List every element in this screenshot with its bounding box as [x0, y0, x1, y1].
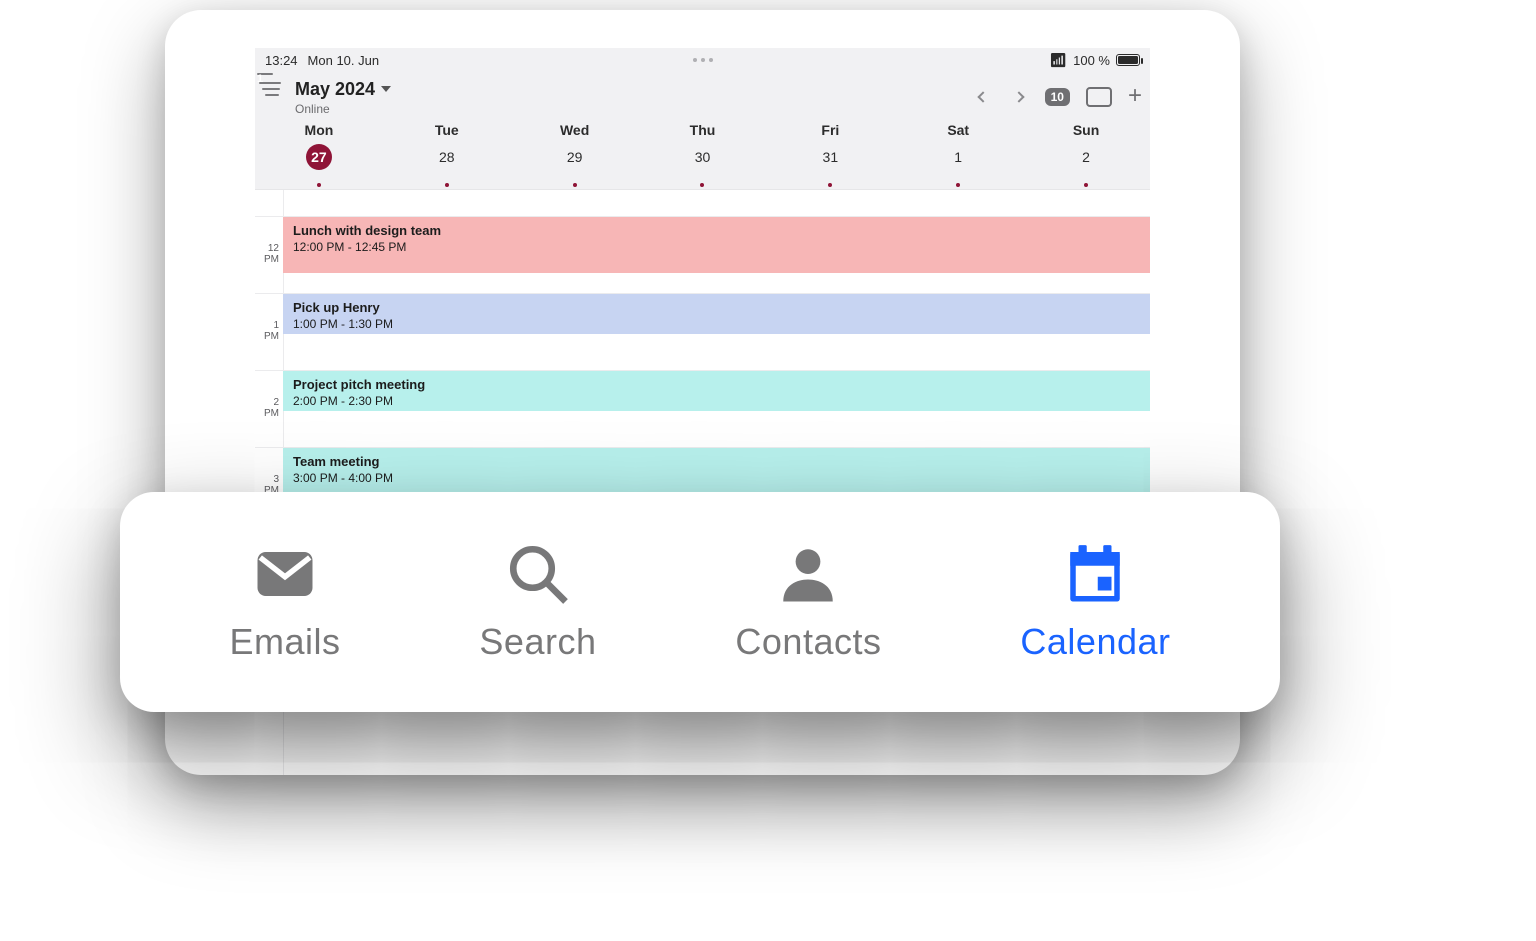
tab-label: Calendar — [1020, 621, 1170, 663]
status-time: 13:24 — [265, 53, 298, 68]
today-button[interactable]: 10 — [1045, 88, 1070, 106]
tab-label: Contacts — [735, 621, 881, 663]
battery-icon — [1116, 54, 1140, 66]
person-icon — [773, 541, 843, 607]
day-number: 31 — [817, 144, 843, 170]
wifi-icon: 📶︎ — [1049, 52, 1067, 69]
month-label: May 2024 — [295, 79, 375, 100]
calendar-icon — [1060, 541, 1130, 607]
event-indicator — [1022, 174, 1150, 179]
event-title: Lunch with design team — [293, 223, 1140, 238]
event-title: Team meeting — [293, 454, 1140, 469]
tab-search[interactable]: Search — [479, 541, 596, 663]
event-indicator — [639, 174, 767, 179]
tab-emails[interactable]: Emails — [229, 541, 340, 663]
tab-contacts[interactable]: Contacts — [735, 541, 881, 663]
event-indicator — [255, 174, 383, 179]
day-number: 27 — [306, 144, 332, 170]
menu-icon[interactable]: 1 — [259, 79, 285, 99]
event-indicator — [511, 174, 639, 179]
search-icon — [503, 541, 573, 607]
day-column-tue[interactable]: Tue 28 — [383, 122, 511, 189]
day-column-sun[interactable]: Sun 2 — [1022, 122, 1150, 189]
event-pitch[interactable]: Project pitch meeting 2:00 PM - 2:30 PM — [283, 371, 1150, 411]
hour-row-1: 1PM Pick up Henry 1:00 PM - 1:30 PM — [255, 293, 1150, 370]
calendar-header: 1 May 2024 Online 10 + — [255, 72, 1150, 118]
tab-label: Emails — [229, 621, 340, 663]
status-date: Mon 10. Jun — [308, 53, 380, 68]
day-label: Tue — [383, 122, 511, 138]
add-event-button[interactable]: + — [1128, 89, 1142, 103]
day-column-thu[interactable]: Thu 30 — [639, 122, 767, 189]
hour-row-12: 12PM Lunch with design team 12:00 PM - 1… — [255, 216, 1150, 293]
status-bar: 13:24 Mon 10. Jun 📶︎ 100 % — [255, 48, 1150, 72]
month-selector[interactable]: May 2024 — [295, 79, 391, 100]
day-number: 28 — [434, 144, 460, 170]
tab-calendar[interactable]: Calendar — [1020, 541, 1170, 663]
multitask-dots-icon — [693, 58, 713, 62]
hour-label: 1PM — [255, 294, 283, 370]
bottom-tab-bar: Emails Search Contacts — [120, 492, 1280, 712]
event-indicator — [766, 174, 894, 179]
day-label: Thu — [639, 122, 767, 138]
view-toggle-button[interactable] — [1086, 87, 1112, 107]
mail-icon — [250, 541, 320, 607]
day-number: 1 — [945, 144, 971, 170]
hour-label: 2PM — [255, 371, 283, 447]
day-column-wed[interactable]: Wed 29 — [511, 122, 639, 189]
event-title: Pick up Henry — [293, 300, 1140, 315]
day-column-mon[interactable]: Mon 27 — [255, 122, 383, 189]
day-label: Fri — [766, 122, 894, 138]
event-title: Project pitch meeting — [293, 377, 1140, 392]
tab-label: Search — [479, 621, 596, 663]
status-battery: 100 % — [1073, 53, 1110, 68]
caret-down-icon — [381, 86, 391, 92]
connection-status: Online — [295, 102, 391, 116]
day-column-fri[interactable]: Fri 31 — [766, 122, 894, 189]
event-time: 1:00 PM - 1:30 PM — [293, 317, 1140, 331]
event-time: 12:00 PM - 12:45 PM — [293, 240, 1140, 254]
day-number: 29 — [562, 144, 588, 170]
day-number: 30 — [689, 144, 715, 170]
prev-week-button[interactable] — [973, 87, 993, 107]
event-time: 3:00 PM - 4:00 PM — [293, 471, 1140, 485]
week-day-row: Mon 27 Tue 28 Wed 29 Thu 30 Fri 31 Sat 1 Sun 2 — [255, 118, 1150, 189]
next-week-button[interactable] — [1009, 87, 1029, 107]
day-label: Sat — [894, 122, 1022, 138]
hour-row-2: 2PM Project pitch meeting 2:00 PM - 2:30… — [255, 370, 1150, 447]
event-time: 2:00 PM - 2:30 PM — [293, 394, 1140, 408]
event-indicator — [894, 174, 1022, 179]
day-label: Mon — [255, 122, 383, 138]
day-column-sat[interactable]: Sat 1 — [894, 122, 1022, 189]
day-label: Wed — [511, 122, 639, 138]
event-pickup[interactable]: Pick up Henry 1:00 PM - 1:30 PM — [283, 294, 1150, 334]
day-number: 2 — [1073, 144, 1099, 170]
day-label: Sun — [1022, 122, 1150, 138]
menu-badge: 1 — [257, 73, 273, 75]
event-lunch[interactable]: Lunch with design team 12:00 PM - 12:45 … — [283, 217, 1150, 273]
hour-label: 12PM — [255, 217, 283, 293]
event-indicator — [383, 174, 511, 179]
